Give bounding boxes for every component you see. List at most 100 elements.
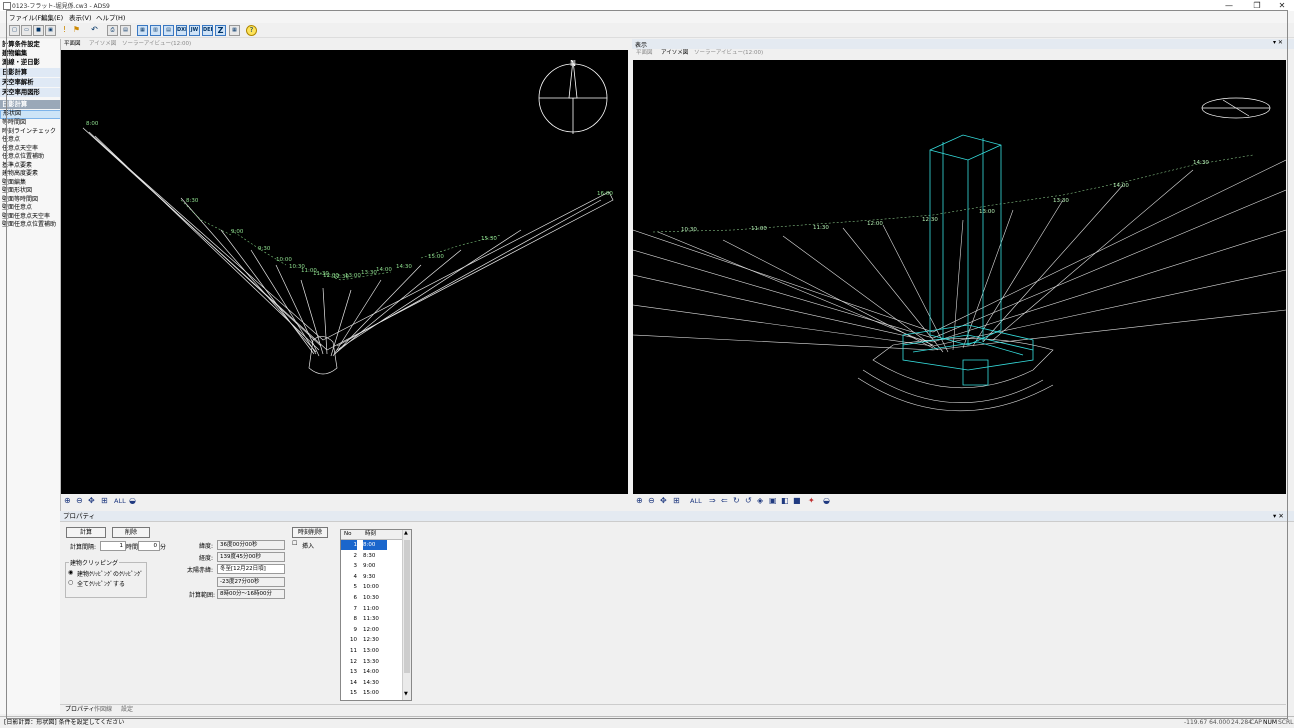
calc-button[interactable]: 計算 bbox=[66, 527, 106, 538]
table-row[interactable]: 3 9:00 bbox=[341, 561, 403, 571]
rotate-right-icon[interactable]: ⇐ bbox=[721, 496, 728, 505]
table-row[interactable]: 9 12:00 bbox=[341, 625, 403, 635]
scroll-up-icon[interactable]: ▲ bbox=[404, 530, 408, 536]
z-button[interactable]: Z bbox=[215, 25, 226, 36]
new-icon[interactable]: □ bbox=[9, 25, 20, 36]
save-as-icon[interactable]: ▣ bbox=[45, 25, 56, 36]
save-icon[interactable]: ■ bbox=[33, 25, 44, 36]
solid-icon[interactable]: ■ bbox=[793, 496, 801, 505]
sun-icon[interactable]: ✦ bbox=[808, 496, 815, 505]
tab-solar-eye[interactable]: ソーラーアイビュー(12:00) bbox=[694, 49, 763, 58]
close-button[interactable]: ✕ bbox=[1271, 0, 1293, 11]
tab-isometric[interactable]: アイソメ図 bbox=[89, 40, 116, 49]
list-item[interactable]: 壁面形状図 bbox=[0, 187, 60, 196]
box-icon[interactable]: ▣ bbox=[769, 496, 777, 505]
panel-header-building-edit[interactable]: 建物編集 bbox=[0, 49, 60, 58]
table-row[interactable]: 15 15:00 bbox=[341, 688, 403, 698]
time-list[interactable]: No 時刻 ▲ ▼ 1 8:00 2 8:30 3 9:00 4 9:30 5 10:00… bbox=[340, 529, 412, 701]
rotate-down-icon[interactable]: ↺ bbox=[745, 496, 752, 505]
tab-properties[interactable]: プロパティ bbox=[65, 705, 95, 715]
grid-icon[interactable]: ▦ bbox=[229, 25, 240, 36]
time-list-scrollbar[interactable]: ▲ ▼ bbox=[402, 530, 411, 700]
list-item[interactable]: 任意点位置補助 bbox=[0, 153, 60, 162]
zoom-window-icon[interactable]: ⊞ bbox=[101, 496, 108, 505]
tab-plan[interactable]: 平面図 bbox=[64, 40, 81, 49]
eye-icon[interactable]: ◒ bbox=[129, 496, 136, 505]
scroll-thumb[interactable] bbox=[404, 540, 410, 673]
info-icon[interactable]: ! bbox=[60, 25, 69, 34]
isometric-view-canvas[interactable]: 10:30 11:00 11:30 12:00 12:30 13:00 13:3… bbox=[632, 60, 1287, 494]
eye-icon[interactable]: ◒ bbox=[823, 496, 830, 505]
table-row[interactable]: 5 10:00 bbox=[341, 582, 403, 592]
table-row[interactable]: 8 11:30 bbox=[341, 614, 403, 624]
list-item[interactable]: 基準点要素 bbox=[0, 162, 60, 171]
tab-solar-eye[interactable]: ソーラーアイビュー(12:00) bbox=[122, 40, 191, 49]
time-delete-button[interactable]: 時刻削除 bbox=[292, 527, 328, 538]
tab-plan[interactable]: 平面図 bbox=[636, 49, 653, 58]
table-row[interactable]: 7 11:00 bbox=[341, 604, 403, 614]
zoom-out-icon[interactable]: ⊖ bbox=[648, 496, 655, 505]
list-item[interactable]: 等時間図 bbox=[0, 119, 60, 128]
list-item[interactable]: 任意点 bbox=[0, 136, 60, 145]
zoom-all-button[interactable]: ALL bbox=[690, 497, 702, 505]
delete-button[interactable]: 削除 bbox=[112, 527, 150, 538]
view-split-button[interactable]: ▥ bbox=[150, 25, 161, 36]
zoom-out-icon[interactable]: ⊖ bbox=[76, 496, 83, 505]
table-row[interactable]: 1 8:00 bbox=[341, 540, 403, 551]
zoom-in-icon[interactable]: ⊕ bbox=[636, 496, 643, 505]
menu-help[interactable]: ヘルプ(H) bbox=[96, 12, 125, 22]
panel-header-sky-analysis[interactable]: 天空率解析 bbox=[0, 78, 60, 87]
rotate-up-icon[interactable]: ↻ bbox=[733, 496, 740, 505]
properties-pin-icon[interactable]: ▾ ✕ bbox=[1273, 511, 1284, 521]
interval-minutes-input[interactable]: 0 bbox=[138, 541, 160, 551]
table-row[interactable]: 12 13:30 bbox=[341, 657, 403, 667]
list-item[interactable]: 壁面編集 bbox=[0, 179, 60, 188]
list-item[interactable]: 任意点天空率 bbox=[0, 145, 60, 154]
zoom-in-icon[interactable]: ⊕ bbox=[64, 496, 71, 505]
table-row[interactable]: 13 14:00 bbox=[341, 667, 403, 677]
pan-icon[interactable]: ✥ bbox=[88, 496, 95, 505]
list-item[interactable]: 壁面任意点天空率 bbox=[0, 213, 60, 222]
iso-view-icon[interactable]: ◈ bbox=[757, 496, 763, 505]
table-row[interactable]: 10 12:30 bbox=[341, 635, 403, 645]
menu-edit[interactable]: 編集(E) bbox=[41, 12, 63, 22]
open-icon[interactable]: ▭ bbox=[21, 25, 32, 36]
table-row[interactable]: 2 8:30 bbox=[341, 551, 403, 561]
scroll-down-icon[interactable]: ▼ bbox=[404, 691, 408, 697]
plan-view-canvas[interactable]: N 8:00 8:30 9:00 9:30 10:00 10:30 11:00 … bbox=[61, 50, 628, 494]
panel-header-sky-shape[interactable]: 天空率用図形 bbox=[0, 88, 60, 97]
view-list-button[interactable]: ▤ bbox=[163, 25, 174, 36]
clip-radio-icon[interactable]: ○ bbox=[68, 579, 73, 586]
panel-header-calc-settings[interactable]: 計算条件設定 bbox=[0, 40, 60, 49]
undo-icon[interactable]: ↶ bbox=[90, 25, 99, 34]
minimize-button[interactable]: — bbox=[1218, 0, 1240, 11]
tab-isometric[interactable]: アイソメ図 bbox=[661, 49, 688, 58]
panel-header-survey-line[interactable]: 測線・逆日影 bbox=[0, 58, 60, 67]
zoom-window-icon[interactable]: ⊞ bbox=[673, 496, 680, 505]
view-grid-button[interactable]: ▦ bbox=[137, 25, 148, 36]
sun-declination-select[interactable]: 冬至[12月22日頃] bbox=[217, 564, 285, 574]
list-item[interactable]: 時刻ラインチェック bbox=[0, 128, 60, 137]
pan-icon[interactable]: ✥ bbox=[660, 496, 667, 505]
clip-radio-selected-icon[interactable]: ◉ bbox=[68, 569, 73, 576]
jw-button[interactable]: JW bbox=[189, 25, 200, 36]
interval-hours-input[interactable]: 1 bbox=[100, 541, 126, 551]
maximize-button[interactable]: ❐ bbox=[1246, 0, 1268, 11]
tab-settings[interactable]: 設定 bbox=[121, 705, 133, 715]
tab-drawing-lines[interactable]: 作図線 bbox=[94, 705, 112, 715]
table-row[interactable]: 11 13:00 bbox=[341, 646, 403, 656]
menu-file[interactable]: ファイル(F) bbox=[9, 12, 44, 22]
menu-view[interactable]: 表示(V) bbox=[69, 12, 92, 22]
help-icon[interactable]: ? bbox=[246, 25, 257, 36]
insert-checkbox-icon[interactable]: ☐ bbox=[292, 540, 297, 547]
dxf-button[interactable]: DXF bbox=[176, 25, 187, 36]
rotate-left-icon[interactable]: ⇒ bbox=[709, 496, 716, 505]
pin-icon[interactable]: ▾ ✕ bbox=[1273, 39, 1283, 46]
table-row[interactable]: 14 14:30 bbox=[341, 678, 403, 688]
cube-icon[interactable]: ◧ bbox=[781, 496, 789, 505]
list-item[interactable]: 壁面任意点 bbox=[0, 204, 60, 213]
print-icon[interactable]: ⎙ bbox=[107, 25, 118, 36]
flag-icon[interactable]: ⚑ bbox=[72, 25, 81, 34]
list-item[interactable]: 建物高度要素 bbox=[0, 170, 60, 179]
list-item[interactable]: 形状図 bbox=[0, 110, 60, 119]
